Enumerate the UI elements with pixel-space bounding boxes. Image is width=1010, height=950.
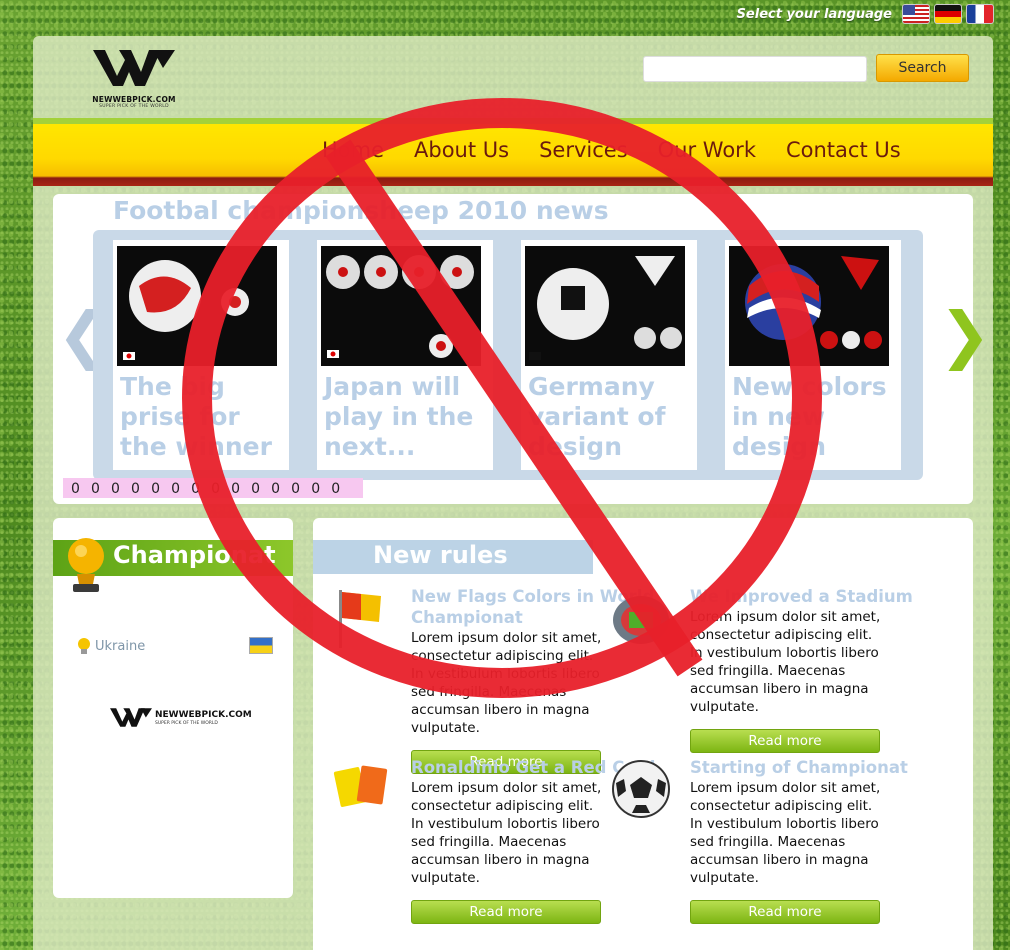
ukraine-flag-icon	[249, 637, 273, 654]
slide-caption: Japan will play in the next...	[324, 372, 474, 461]
slide-item[interactable]: Japan will play in the next...	[317, 240, 493, 470]
sidebar-logo-subtitle: SUPER PICK OF THE WORLD	[155, 721, 218, 726]
slide-item[interactable]: The big prise for the winner	[113, 240, 289, 470]
pagination-dot[interactable]: 0	[111, 479, 120, 499]
search-input[interactable]	[643, 56, 867, 82]
slide-item[interactable]: Germany variant of design	[521, 240, 697, 470]
slide-caption: Germany variant of design	[528, 372, 666, 461]
pagination-dot[interactable]: 0	[91, 479, 100, 499]
sidebar-logo-text: NEWWEBPICK.COM	[155, 710, 252, 720]
language-label: Select your language	[736, 6, 892, 22]
pagination-dot[interactable]: 0	[291, 479, 300, 499]
article-title[interactable]: We Improved a Stadium	[690, 586, 980, 607]
read-more-button[interactable]: Read more	[411, 900, 601, 924]
read-more-button[interactable]: Read more	[690, 900, 880, 924]
pagination-dot[interactable]: 0	[151, 479, 160, 499]
article-title[interactable]: Starting of Championat	[690, 757, 980, 778]
sidebar: Championat Ukraine NEWWEBPICK.COM SUPER …	[53, 518, 293, 898]
country-name: Ukraine	[95, 638, 146, 654]
country-row[interactable]: Ukraine	[77, 636, 273, 656]
logo-text: NEWWEBPICK.COM	[92, 95, 176, 104]
pagination-dot[interactable]: 0	[71, 479, 80, 499]
pagination-dot[interactable]: 0	[211, 479, 220, 499]
article-body: Lorem ipsum dolor sit amet, consectetur …	[690, 609, 881, 715]
logo-mark-icon	[110, 708, 152, 727]
read-more-button[interactable]: Read more	[690, 729, 880, 753]
logo-subtitle: SUPER PICK OF THE WORLD	[99, 104, 169, 109]
slide-caption: New colors in new design	[732, 372, 887, 461]
news-slider: Footbal championsheep 2010 news ❮ The bi…	[53, 194, 991, 504]
pagination-dot[interactable]: 0	[331, 479, 340, 499]
pagination-dot[interactable]: 0	[231, 479, 240, 499]
trophy-icon	[68, 538, 104, 592]
main-nav: Home About Us Services Our Work Contact …	[33, 118, 993, 186]
nav-item-our-work[interactable]: Our Work	[643, 138, 771, 162]
corner-flag-icon	[339, 590, 381, 648]
slide-image	[525, 246, 685, 366]
pagination-dot[interactable]: 0	[171, 479, 180, 499]
header: NEWWEBPICK.COM SUPER PICK OF THE WORLD S…	[33, 36, 993, 118]
de-flag-icon[interactable]	[934, 4, 962, 24]
slide-image	[729, 246, 889, 366]
article-item: We Improved a Stadium Lorem ipsum dolor …	[613, 586, 980, 753]
slider-track: The big prise for the winner Japan will …	[93, 230, 923, 480]
pagination-dot[interactable]: 0	[311, 479, 320, 499]
stadium-icon	[613, 596, 669, 644]
slide-image	[321, 246, 481, 366]
language-selector: Select your language	[737, 4, 994, 24]
search-button[interactable]: Search	[876, 54, 969, 82]
slide-image	[117, 246, 277, 366]
main-title: New rules	[373, 541, 508, 569]
page-container: NEWWEBPICK.COM SUPER PICK OF THE WORLD S…	[33, 36, 993, 950]
article-item: Starting of Championat Lorem ipsum dolor…	[612, 757, 980, 924]
article-body: Lorem ipsum dolor sit amet, consectetur …	[411, 780, 602, 886]
sidebar-title: Championat	[113, 541, 276, 569]
slider-title: Footbal championsheep 2010 news	[113, 196, 609, 225]
pagination-dot[interactable]: 0	[191, 479, 200, 499]
slide-item[interactable]: New colors in new design	[725, 240, 901, 470]
pagination-dot[interactable]: 0	[251, 479, 260, 499]
bulb-icon	[78, 638, 90, 654]
nav-item-contact-us[interactable]: Contact Us	[771, 138, 916, 162]
logo-mark-icon	[93, 50, 175, 86]
pagination-dot[interactable]: 0	[131, 479, 140, 499]
soccer-ball-icon	[612, 760, 670, 818]
article-body: Lorem ipsum dolor sit amet, consectetur …	[690, 780, 881, 886]
main-content: New rules New Flags Colors in World Cham…	[313, 518, 973, 950]
main-header: New rules	[313, 540, 593, 574]
nav-item-about-us[interactable]: About Us	[399, 138, 524, 162]
article-body: Lorem ipsum dolor sit amet, consectetur …	[411, 630, 602, 736]
fr-flag-icon[interactable]	[966, 4, 994, 24]
us-flag-icon[interactable]	[902, 4, 930, 24]
penalty-cards-icon	[333, 765, 388, 807]
pagination-dot[interactable]: 0	[271, 479, 280, 499]
chevron-right-icon[interactable]: ❯	[939, 304, 991, 366]
nav-item-services[interactable]: Services	[524, 138, 643, 162]
slide-caption: The big prise for the winner	[120, 372, 272, 461]
sidebar-logo[interactable]: NEWWEBPICK.COM SUPER PICK OF THE WORLD	[109, 704, 252, 734]
site-logo[interactable]: NEWWEBPICK.COM SUPER PICK OF THE WORLD	[89, 46, 179, 109]
slider-pagination: 0 0 0 0 0 0 0 0 0 0 0 0 0 0	[63, 478, 363, 498]
nav-item-home[interactable]: Home	[307, 138, 399, 162]
